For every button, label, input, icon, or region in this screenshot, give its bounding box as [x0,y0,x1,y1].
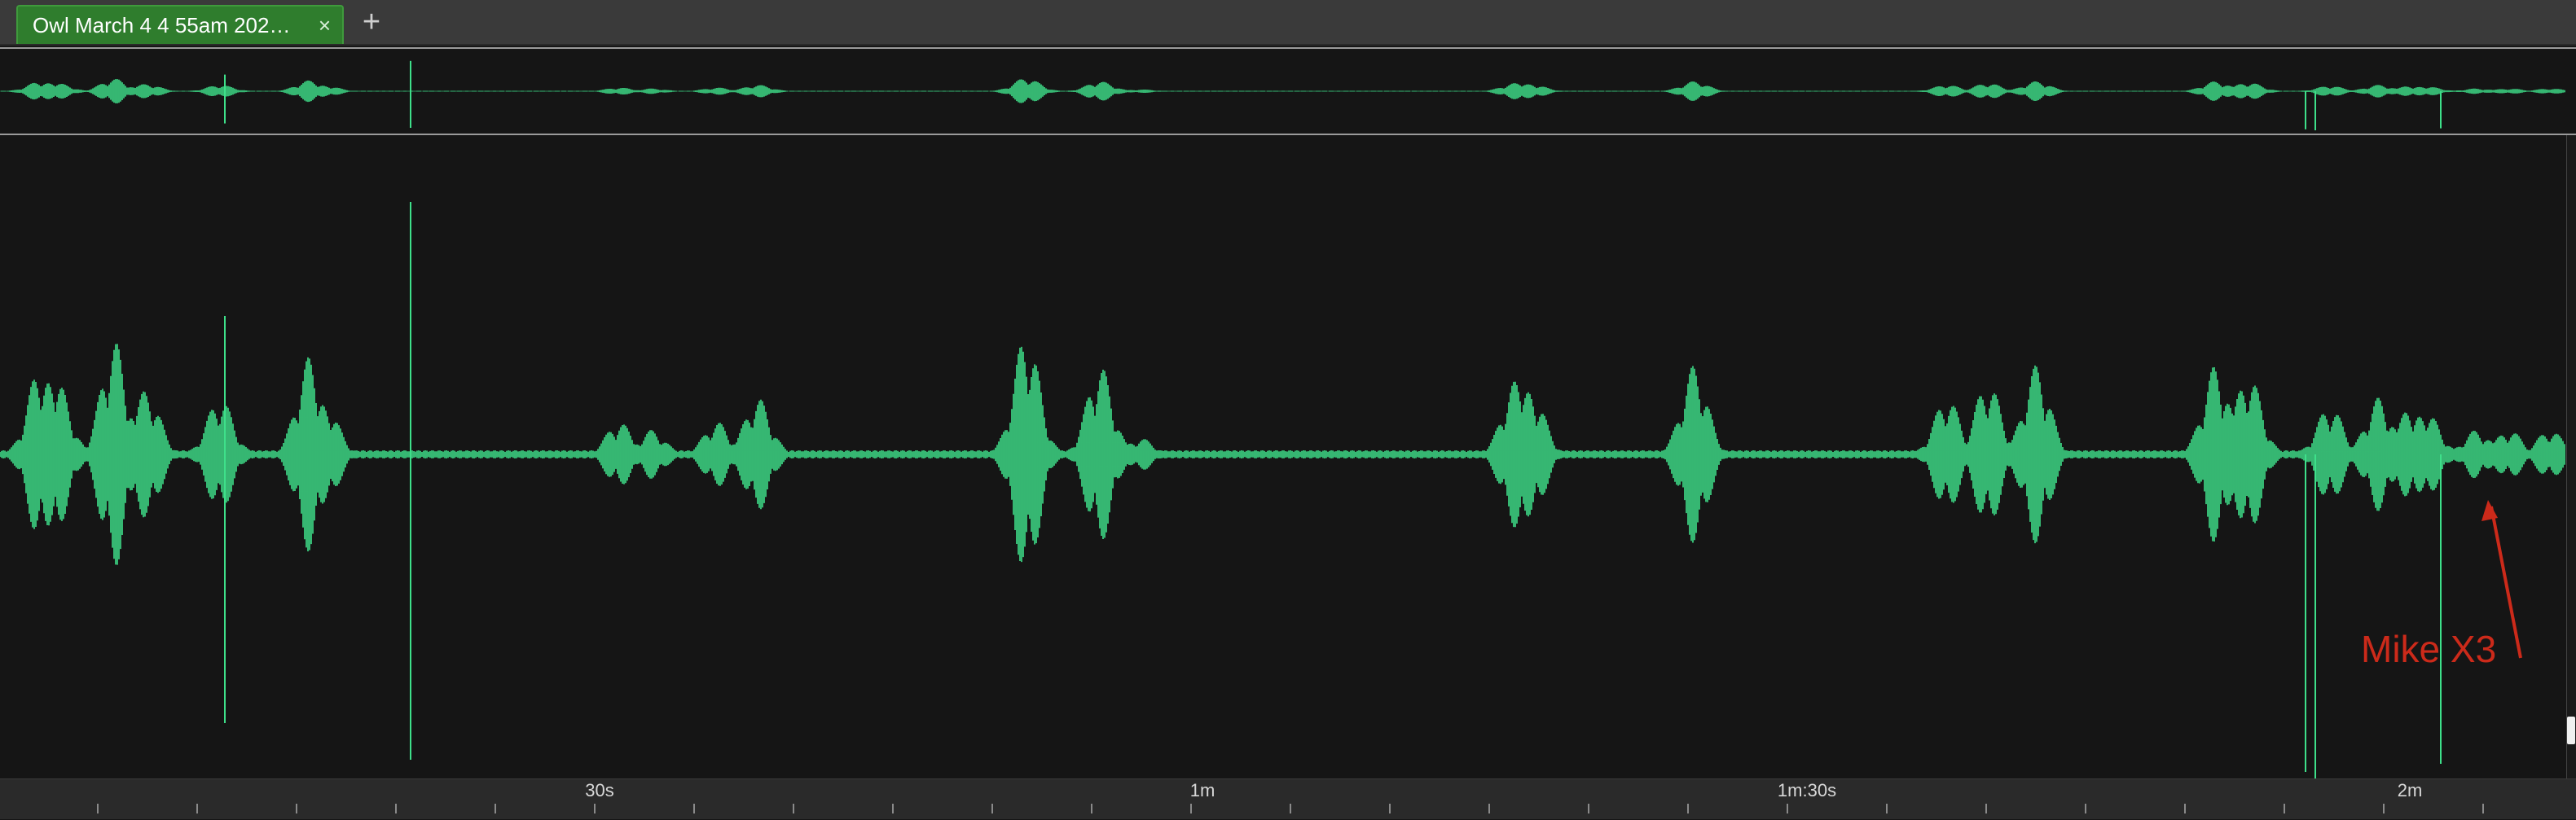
tick-label-2m: 2m [2397,780,2423,800]
timeline-ruler[interactable]: 30s 1m 1m:30s 2m [0,778,2576,819]
main-waveform-svg [0,202,2565,778]
waveform-overview[interactable] [0,47,2576,135]
tick-label-30s: 30s [585,780,614,800]
scrollbar-thumb[interactable] [2567,717,2575,744]
new-tab-button[interactable]: + [355,5,388,41]
waveform-main-view[interactable] [0,135,2576,778]
tab-owl-recording[interactable]: Owl March 4 4 55am 202… × [16,5,344,44]
ruler-ticks-svg [97,804,2484,813]
close-tab-icon[interactable]: × [319,7,331,44]
waveform-path [0,79,2565,103]
tick-label-1m30s: 1m:30s [1777,780,1837,800]
vertical-scrollbar[interactable] [2566,135,2576,778]
waveform-path [0,344,2565,565]
annotation-label: Mike X3 [2361,628,2497,670]
overview-waveform-svg [0,60,2565,130]
tab-bar: Owl March 4 4 55am 202… × + [0,0,2576,46]
tab-title: Owl March 4 4 55am 202… [33,13,291,37]
tick-label-1m: 1m [1189,780,1215,800]
